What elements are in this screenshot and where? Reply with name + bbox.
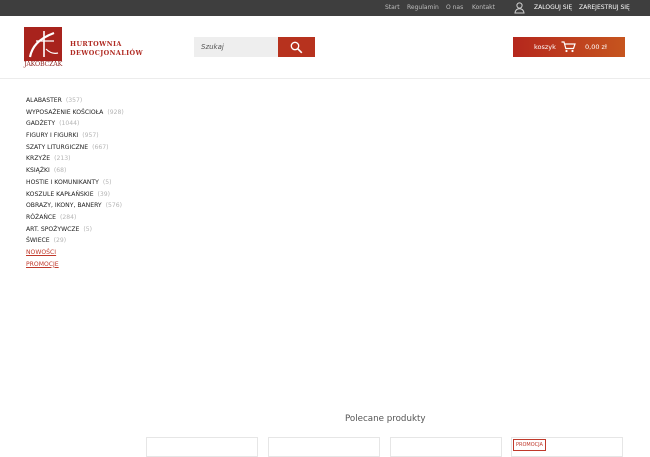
category-count: (284) xyxy=(60,213,77,221)
category-label: OBRAZY, IKONY, BANERY xyxy=(26,202,102,210)
category-label: SZATY LITURGICZNE xyxy=(26,143,89,151)
category-count: (68) xyxy=(53,167,67,175)
promo-badge: PROMOCJA xyxy=(513,439,546,451)
cart-label: koszyk xyxy=(534,43,556,51)
category-label: RÓŻAŃCE xyxy=(26,213,57,221)
category-label: ŚWIECE xyxy=(26,237,50,245)
category-count: (667) xyxy=(92,143,109,151)
header-divider xyxy=(0,78,650,79)
tagline-line-1: HURTOWNIA xyxy=(70,40,122,48)
recommended-title: Polecane produkty xyxy=(345,414,426,424)
brand-tagline: HURTOWNIA DEWOCJONALIÓW xyxy=(70,40,143,58)
user-icon xyxy=(514,2,525,14)
category-label: ART. SPOŻYWCZE xyxy=(26,225,80,233)
product-card[interactable] xyxy=(390,437,502,457)
category-label: HOSTIE I KOMUNIKANTY xyxy=(26,178,99,186)
register-link[interactable]: ZAREJESTRUJ SIĘ xyxy=(579,0,630,16)
nav-link-regulamin[interactable]: Regulamin xyxy=(407,0,439,16)
category-item[interactable]: ŚWIECE (29) xyxy=(26,236,124,248)
category-count: (5) xyxy=(83,225,93,233)
cart-button[interactable]: koszyk 0,00 zł xyxy=(513,37,625,57)
category-count: (576) xyxy=(105,202,123,210)
new-products-link[interactable]: NOWOŚCI xyxy=(26,249,56,256)
search-icon xyxy=(290,41,303,54)
category-label: GADŻETY xyxy=(26,120,56,128)
nav-link-o-nas[interactable]: O nas xyxy=(446,0,463,16)
product-card[interactable] xyxy=(146,437,258,457)
category-count: (928) xyxy=(107,108,124,116)
login-link[interactable]: ZALOGUJ SIĘ xyxy=(534,0,572,16)
category-count: (357) xyxy=(65,97,83,104)
category-label: KOSZULE KAPŁAŃSKIE xyxy=(26,190,94,198)
nav-link-kontakt[interactable]: Kontakt xyxy=(472,0,495,16)
category-count: (1044) xyxy=(59,120,80,128)
category-count: (39) xyxy=(97,190,111,198)
category-item[interactable]: KOSZULE KAPŁAŃSKIE (39) xyxy=(26,190,124,202)
search-input[interactable] xyxy=(194,37,278,57)
cart-total: 0,00 zł xyxy=(585,43,607,51)
category-label: ALABASTER xyxy=(26,97,62,104)
category-item[interactable]: ART. SPOŻYWCZE (5) xyxy=(26,225,124,237)
category-item[interactable]: KSIĄŻKI (68) xyxy=(26,166,124,178)
category-list: ALABASTER (357) WYPOSAŻENIE KOŚCIOŁA (928)… xyxy=(26,96,124,271)
category-count: (5) xyxy=(102,178,112,186)
category-label: WYPOSAŻENIE KOŚCIOŁA xyxy=(26,108,104,116)
product-card[interactable] xyxy=(268,437,380,457)
promotions-item[interactable]: PROMOCJE xyxy=(26,260,124,272)
new-products-item[interactable]: NOWOŚCI xyxy=(26,248,124,260)
category-item[interactable]: KRZYŻE (213) xyxy=(26,154,124,166)
category-label: KSIĄŻKI xyxy=(26,167,50,175)
category-count: (29) xyxy=(53,237,67,245)
logo-mark-icon xyxy=(24,27,62,61)
tagline-line-2: DEWOCJONALIÓW xyxy=(70,49,144,57)
logo-wordmark: JAKÓBCZAK xyxy=(24,61,63,68)
nav-link-start[interactable]: Start xyxy=(385,0,400,16)
category-item[interactable]: GADŻETY (1044) xyxy=(26,119,124,131)
category-count: (957) xyxy=(82,132,99,140)
category-label: KRZYŻE xyxy=(26,155,51,163)
cart-icon xyxy=(561,41,576,53)
category-item[interactable]: FIGURY I FIGURKI (957) xyxy=(26,131,124,143)
category-item[interactable]: ALABASTER (357) xyxy=(26,96,124,108)
search-button[interactable] xyxy=(278,37,315,57)
logo[interactable]: JAKÓBCZAK xyxy=(24,27,62,69)
category-item[interactable]: RÓŻAŃCE (284) xyxy=(26,213,124,225)
category-item[interactable]: WYPOSAŻENIE KOŚCIOŁA (928) xyxy=(26,108,124,120)
promotions-link[interactable]: PROMOCJE xyxy=(26,261,59,268)
category-item[interactable]: OBRAZY, IKONY, BANERY (576) xyxy=(26,201,124,213)
category-label: FIGURY I FIGURKI xyxy=(26,132,79,140)
category-item[interactable]: HOSTIE I KOMUNIKANTY (5) xyxy=(26,178,124,190)
category-item[interactable]: SZATY LITURGICZNE (667) xyxy=(26,143,124,155)
category-count: (213) xyxy=(54,155,71,163)
